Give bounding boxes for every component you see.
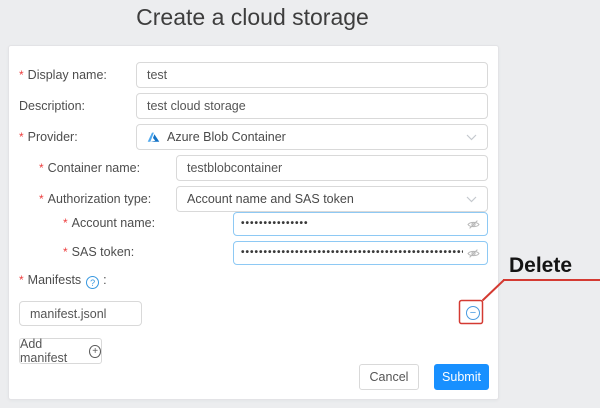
- page: Create a cloud storage *Display name: De…: [0, 0, 600, 408]
- plus-circle-icon: +: [89, 345, 101, 358]
- account-name-input[interactable]: •••••••••••••••: [233, 212, 488, 236]
- azure-icon: [147, 131, 160, 144]
- required-mark: *: [39, 192, 44, 206]
- cancel-button[interactable]: Cancel: [359, 364, 419, 390]
- help-icon[interactable]: ?: [86, 276, 99, 289]
- container-name-label: *Container name:: [39, 155, 140, 181]
- authorization-type-label: *Authorization type:: [39, 186, 151, 212]
- authorization-type-selected-value: Account name and SAS token: [187, 192, 460, 206]
- manifests-label: *Manifests?:: [19, 267, 107, 293]
- account-name-label: *Account name:: [63, 211, 155, 235]
- chevron-down-icon: [466, 196, 477, 203]
- required-mark: *: [63, 245, 68, 259]
- authorization-type-select[interactable]: Account name and SAS token: [176, 186, 488, 212]
- delete-manifest-button[interactable]: −: [466, 306, 480, 320]
- sas-token-input[interactable]: ••••••••••••••••••••••••••••••••••••••••…: [233, 241, 488, 265]
- sas-token-masked-value: ••••••••••••••••••••••••••••••••••••••••…: [241, 242, 463, 264]
- description-label: Description:: [19, 93, 85, 119]
- required-mark: *: [19, 273, 24, 287]
- chevron-down-icon: [466, 134, 477, 141]
- submit-button[interactable]: Submit: [434, 364, 489, 390]
- display-name-label: *Display name:: [19, 62, 107, 88]
- sas-token-label: *SAS token:: [63, 240, 134, 264]
- minus-icon: −: [470, 307, 476, 319]
- create-storage-form: *Display name: Description: *Provider: A…: [8, 45, 499, 400]
- provider-select[interactable]: Azure Blob Container: [136, 124, 488, 150]
- account-name-masked-value: •••••••••••••••: [241, 213, 463, 235]
- container-name-input[interactable]: [176, 155, 488, 181]
- add-manifest-label: Add manifest: [20, 337, 83, 365]
- provider-label: *Provider:: [19, 124, 78, 150]
- page-title: Create a cloud storage: [8, 4, 497, 31]
- annotation-delete-label: Delete: [509, 254, 572, 278]
- required-mark: *: [19, 68, 24, 82]
- add-manifest-button[interactable]: Add manifest +: [19, 338, 102, 364]
- eye-off-icon[interactable]: [467, 247, 480, 260]
- required-mark: *: [63, 216, 68, 230]
- required-mark: *: [39, 161, 44, 175]
- provider-selected-value: Azure Blob Container: [167, 130, 460, 144]
- display-name-input[interactable]: [136, 62, 488, 88]
- description-input[interactable]: [136, 93, 488, 119]
- eye-off-icon[interactable]: [467, 218, 480, 231]
- manifest-file-input[interactable]: [19, 301, 142, 326]
- required-mark: *: [19, 130, 24, 144]
